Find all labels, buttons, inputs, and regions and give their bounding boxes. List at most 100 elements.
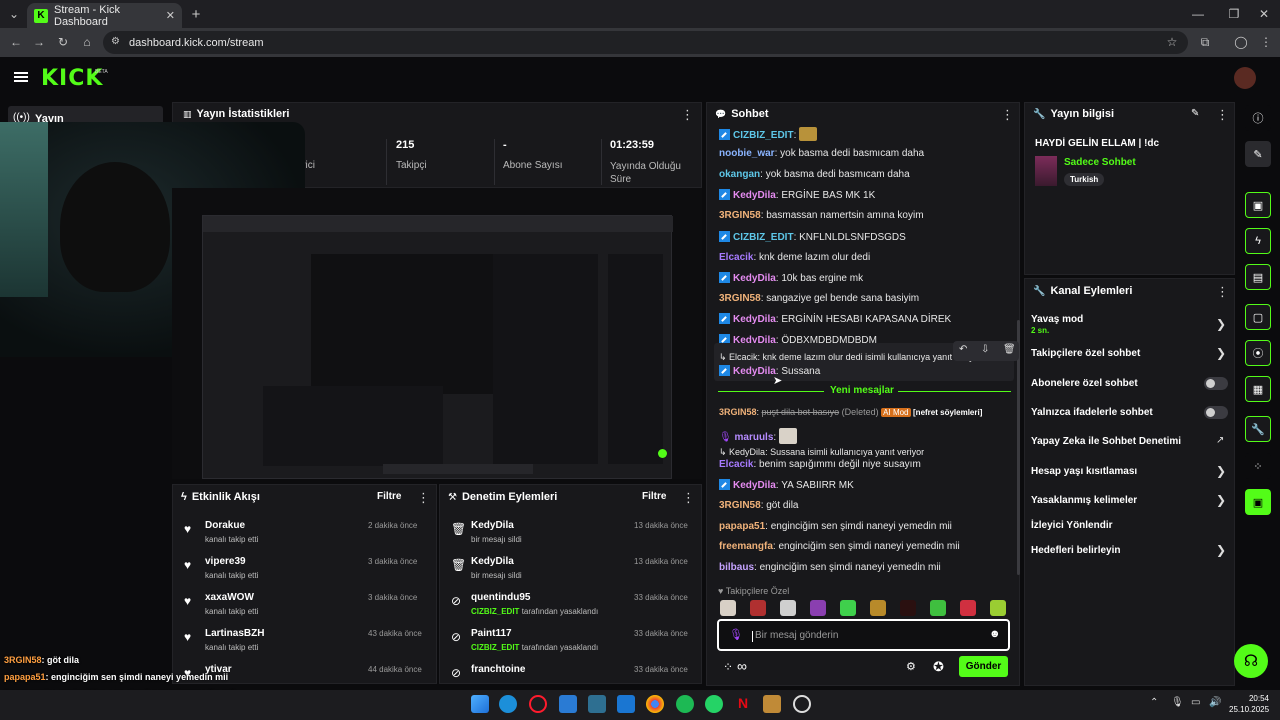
app-icon[interactable] — [763, 695, 781, 713]
category-thumbnail[interactable] — [1035, 156, 1057, 186]
chat-username[interactable]: 3RGIN58 — [719, 407, 757, 417]
emote-icon[interactable] — [960, 600, 976, 616]
support-headset-icon[interactable]: ☊ — [1234, 644, 1268, 678]
chat-message[interactable]: 3RGIN58: sangaziye gel bende sana basiyi… — [719, 293, 919, 304]
user-avatar[interactable] — [1234, 67, 1256, 89]
activity-side-icon[interactable]: ▦ — [1245, 376, 1271, 402]
chevron-right-icon[interactable]: ❯ — [1216, 543, 1226, 557]
clock[interactable]: 20:54 25.10.2025 — [1229, 693, 1269, 715]
chevron-right-icon[interactable]: ❯ — [1216, 317, 1226, 331]
chat-message[interactable]: papapa51: enginciğim sen şimdi naneyi ye… — [719, 521, 952, 532]
channel-action-4[interactable]: Hesap yaşı kısıtlaması — [1031, 466, 1137, 477]
whatsapp-icon[interactable] — [705, 695, 723, 713]
slow-mode-label[interactable]: Yavaş mod — [1031, 314, 1083, 325]
chevron-right-icon[interactable]: ❯ — [1216, 464, 1226, 478]
external-link-icon[interactable]: ↗ — [1216, 435, 1224, 446]
store-icon[interactable] — [617, 695, 635, 713]
close-window-icon[interactable]: ✕ — [1256, 6, 1272, 22]
emote-icon[interactable] — [840, 600, 856, 616]
emoji-icon[interactable]: ☻ — [989, 628, 1001, 640]
chat-message[interactable]: 3RGIN58: göt dila — [719, 500, 799, 511]
chat-username[interactable]: KedyDila — [733, 273, 776, 284]
chat-side-icon[interactable]: ▢ — [1245, 304, 1271, 330]
chat-username[interactable]: 3RGIN58 — [719, 500, 761, 511]
activity-username[interactable]: vipere39 — [205, 556, 246, 567]
emote-icon[interactable] — [810, 600, 826, 616]
moderation-username[interactable]: franchtoine — [471, 664, 525, 675]
spotify-icon[interactable] — [676, 695, 694, 713]
channel-action-1[interactable]: Abonelere özel sohbet — [1031, 378, 1138, 389]
channel-action-2[interactable]: Yalnızca ifadelerle sohbet — [1031, 407, 1153, 418]
tab-close-icon[interactable]: ✕ — [166, 9, 175, 22]
tab-search-icon[interactable]: ⌄ — [6, 6, 22, 22]
channel-actions-menu-icon[interactable]: ⋮ — [1216, 284, 1229, 300]
start-menu-icon[interactable] — [471, 695, 489, 713]
moderation-menu-icon[interactable]: ⋮ — [682, 490, 695, 506]
chat-username[interactable]: 3RGIN58 — [719, 293, 761, 304]
chat-settings-icon[interactable]: ⚙ — [906, 660, 916, 673]
minimize-icon[interactable]: — — [1190, 6, 1206, 22]
chat-message[interactable]: CIZBIZ_EDIT: KNFLNLDLSNFDSGDS — [719, 231, 906, 243]
notes-icon[interactable]: ▤ — [1245, 264, 1271, 290]
stream-info-menu-icon[interactable]: ⋮ — [1216, 107, 1229, 123]
activity-username[interactable]: LartinasBZH — [205, 628, 264, 639]
send-button[interactable]: Gönder — [959, 656, 1008, 677]
moderation-username[interactable]: Paint117 — [471, 628, 512, 639]
chat-message[interactable]: KedyDila: ERGİNİN HESABI KAPASANA DİREK — [719, 313, 951, 325]
network-icon[interactable]: ▭ — [1191, 697, 1200, 708]
toggle-switch[interactable] — [1204, 377, 1228, 390]
trash-icon[interactable]: 🗑 — [1003, 344, 1016, 355]
dots-side-icon[interactable]: ⁘ — [1245, 453, 1271, 479]
chat-username[interactable]: maruuls — [734, 432, 773, 443]
emote-icon[interactable] — [930, 600, 946, 616]
volume-icon[interactable]: 🔊 — [1209, 697, 1221, 708]
emote-icon[interactable] — [750, 600, 766, 616]
tray-chevron-icon[interactable]: ⌃ — [1150, 697, 1158, 708]
chat-message[interactable]: KedyDila: ERGİNE BAS MK 1K — [719, 189, 875, 201]
photos-icon[interactable] — [559, 695, 577, 713]
forward-icon[interactable]: → — [31, 34, 47, 50]
chat-message[interactable]: CIZBIZ_EDIT: — [719, 127, 818, 141]
moderation-username[interactable]: quentindu95 — [471, 592, 530, 603]
chat-username[interactable]: KedyDila — [733, 314, 776, 325]
chat-message[interactable]: 3RGIN58: basmassan namertsin amına koyim — [719, 210, 924, 221]
emote-icon[interactable] — [900, 600, 916, 616]
mod-shield-icon[interactable]: ✪ — [933, 659, 944, 675]
chat-username[interactable]: papapa51 — [719, 521, 765, 532]
address-bar[interactable]: ⚙ dashboard.kick.com/stream — [103, 31, 1188, 54]
browser-menu-icon[interactable]: ⋮ — [1258, 34, 1274, 50]
info-icon[interactable]: ⓘ — [1245, 105, 1271, 131]
reply-icon[interactable]: ↶ — [959, 344, 967, 355]
chevron-right-icon[interactable]: ❯ — [1216, 346, 1226, 360]
game-side-icon[interactable]: ▣ — [1245, 489, 1271, 515]
chat-username[interactable]: KedyDila — [733, 190, 776, 201]
chat-message[interactable]: KedyDila: 10k bas ergine mk — [719, 272, 863, 284]
chat-menu-icon[interactable]: ⋮ — [1001, 107, 1014, 123]
chat-username[interactable]: bilbaus — [719, 562, 754, 573]
clip-icon[interactable]: ▣ — [1245, 192, 1271, 218]
tools-side-icon[interactable]: 🔧 — [1245, 416, 1271, 442]
chat-message[interactable]: Elcacik: knk deme lazım olur dedi — [719, 252, 870, 263]
chat-username[interactable]: okangan — [719, 169, 760, 180]
chat-username[interactable]: KedyDila — [733, 366, 776, 377]
edit-pencil-icon[interactable]: ✎ — [1191, 108, 1199, 119]
new-messages-divider[interactable]: Yeni mesajlar — [830, 385, 894, 396]
chat-message[interactable]: okangan: yok basma dedi basmıcam daha — [719, 169, 910, 180]
broadcast-side-icon[interactable]: ⦿ — [1245, 340, 1271, 366]
chat-input[interactable]: 🎙 Bir mesaj gönderin ☻ — [717, 619, 1010, 651]
activity-username[interactable]: xaxaWOW — [205, 592, 254, 603]
stats-menu-icon[interactable]: ⋮ — [681, 107, 694, 123]
chat-username[interactable]: CIZBIZ_EDIT — [733, 130, 794, 141]
category-name[interactable]: Sadece Sohbet — [1064, 157, 1136, 168]
points-icon[interactable]: ⁘ — [723, 660, 733, 674]
chat-message[interactable]: KedyDila: YA SABIIRR MK — [719, 479, 854, 491]
profile-icon[interactable]: ◯ — [1233, 34, 1249, 50]
emote-icon[interactable] — [990, 600, 1006, 616]
moderation-moderator[interactable]: CIZBIZ_EDIT — [471, 643, 519, 652]
channel-action-3[interactable]: Yapay Zeka ile Sohbet Denetimi — [1031, 436, 1181, 447]
emote-icon[interactable] — [720, 600, 736, 616]
pin-icon[interactable]: ⇩ — [981, 344, 989, 355]
chat-message-hovered[interactable]: KedyDila: Sussana — [719, 365, 820, 377]
channel-action-5[interactable]: Yasaklanmış kelimeler — [1031, 495, 1137, 506]
channel-action-0[interactable]: Takipçilere özel sohbet — [1031, 348, 1140, 359]
